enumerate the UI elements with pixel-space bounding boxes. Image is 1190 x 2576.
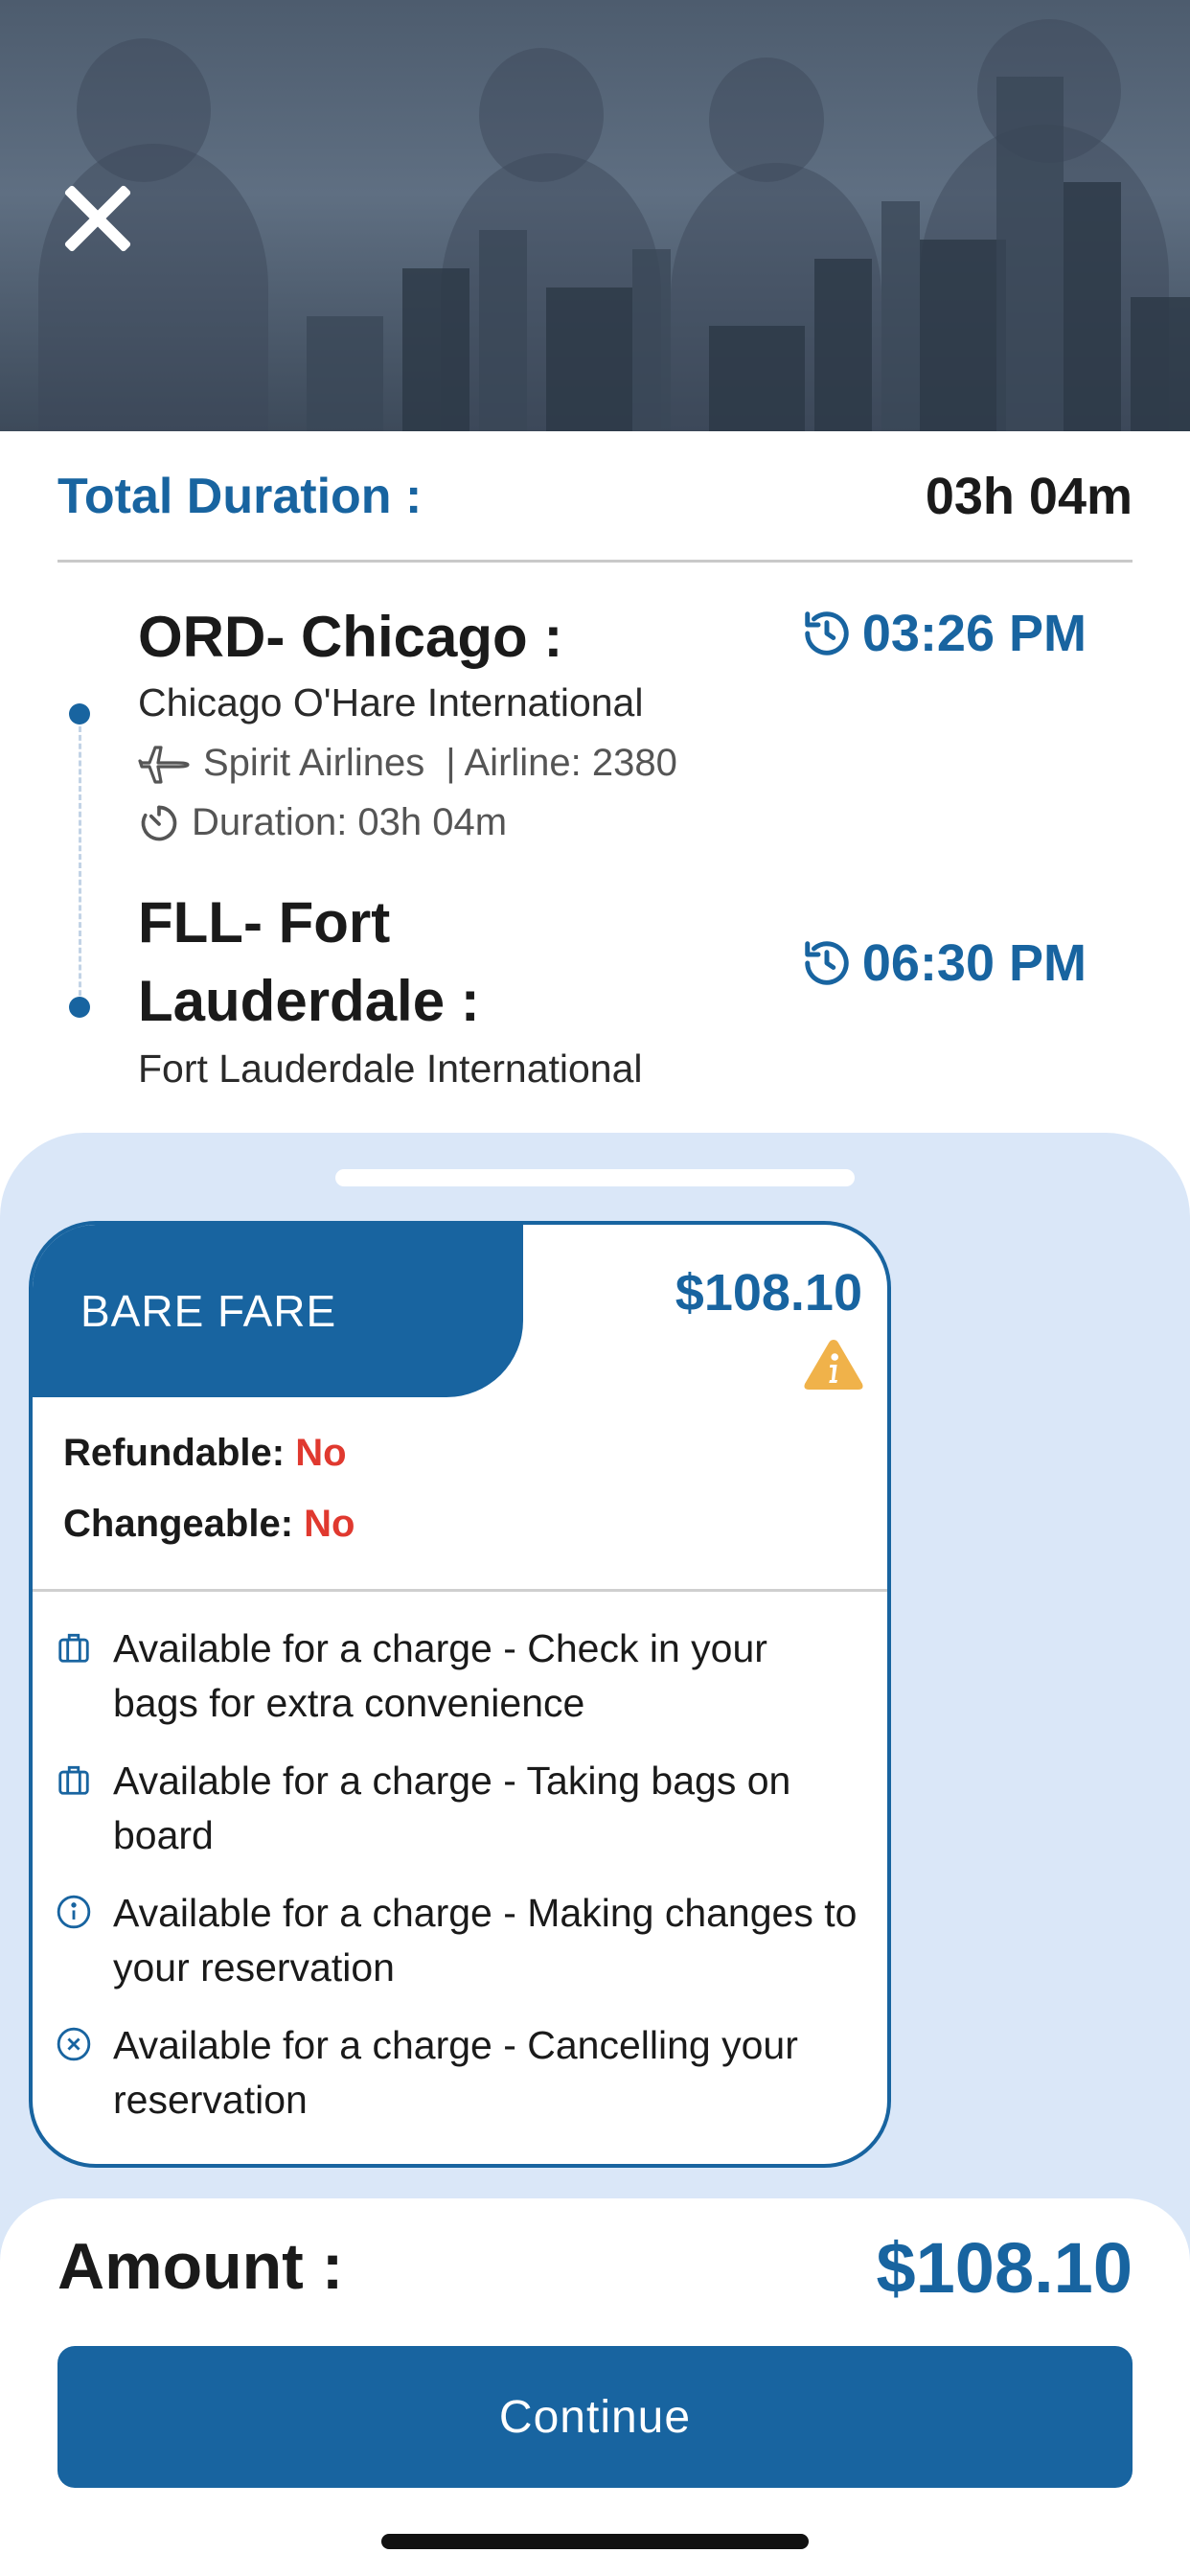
fare-feature-item: Available for a charge - Cancelling your…: [56, 2018, 860, 2128]
luggage-icon: [58, 1765, 89, 1795]
arrival-city-line2: Lauderdale :: [138, 969, 480, 1033]
luggage-icon: [58, 1633, 89, 1663]
duration-text: Duration: 03h 04m: [192, 801, 508, 843]
flight-number: | Airline: 2380: [446, 741, 677, 784]
flight-duration: Duration: 03h 04m: [138, 801, 507, 844]
amount-label: Amount :: [57, 2230, 344, 2303]
fare-feature-item: Available for a charge - Taking bags on …: [56, 1754, 860, 1863]
airline-info: Spirit Airlines | Airline: 2380: [138, 740, 677, 786]
drag-handle[interactable]: [335, 1169, 855, 1186]
fare-feature-text: Available for a charge - Check in your b…: [113, 1626, 767, 1725]
total-duration-value: 03h 04m: [925, 468, 1133, 525]
arrival-time-text: 06:30 PM: [861, 934, 1087, 992]
fare-feature-item: Available for a charge - Check in your b…: [56, 1622, 860, 1731]
fare-name: BARE FARE: [80, 1286, 337, 1336]
departure-time: 03:26 PM: [801, 604, 1087, 663]
arrival-city-line1: FLL- Fort: [138, 890, 391, 954]
refundable-value: No: [295, 1432, 347, 1474]
refundable-status: Refundable: No: [63, 1432, 347, 1475]
departure-city: ORD- Chicago :: [138, 605, 563, 669]
close-icon[interactable]: [54, 176, 140, 263]
fare-price: $108.10: [675, 1264, 862, 1322]
fare-name-tab: BARE FARE: [33, 1225, 523, 1397]
arrival-time: 06:30 PM: [801, 933, 1087, 993]
arrival-dot: [69, 997, 90, 1018]
refundable-label: Refundable:: [63, 1432, 286, 1474]
fare-card-bare[interactable]: BARE FARE $108.10 Refundable: No Changea…: [29, 1221, 891, 2168]
hero-image: [0, 0, 1190, 431]
fare-feature-item: Available for a charge - Making changes …: [56, 1886, 860, 1995]
fare-feature-text: Available for a charge - Making changes …: [113, 1891, 858, 1990]
airplane-icon: [138, 746, 190, 784]
card-divider: [33, 1589, 887, 1592]
fare-feature-text: Available for a charge - Taking bags on …: [113, 1759, 791, 1857]
continue-button[interactable]: Continue: [57, 2346, 1133, 2488]
amount-value: $108.10: [876, 2228, 1133, 2308]
cancel-circle-icon: [57, 2027, 91, 2061]
fare-feature-text: Available for a charge - Cancelling your…: [113, 2023, 798, 2122]
timer-icon: [141, 805, 177, 840]
arrival-airport: Fort Lauderdale International: [138, 1046, 643, 1091]
departure-time-text: 03:26 PM: [861, 605, 1087, 662]
info-icon: [57, 1895, 91, 1929]
airline-name: Spirit Airlines: [203, 741, 425, 784]
warning-icon[interactable]: [803, 1338, 864, 1392]
clock-history-icon: [805, 941, 849, 985]
changeable-label: Changeable:: [63, 1503, 294, 1545]
total-duration-label: Total Duration :: [57, 469, 423, 524]
departure-airport: Chicago O'Hare International: [138, 680, 644, 724]
clock-history-icon: [805, 611, 849, 656]
home-indicator[interactable]: [381, 2534, 809, 2549]
changeable-status: Changeable: No: [63, 1503, 355, 1546]
timeline-line: [79, 726, 81, 1004]
changeable-value: No: [304, 1503, 355, 1545]
total-duration-row: Total Duration : 03h 04m: [57, 460, 1133, 533]
divider: [57, 560, 1133, 563]
departure-dot: [69, 703, 90, 724]
